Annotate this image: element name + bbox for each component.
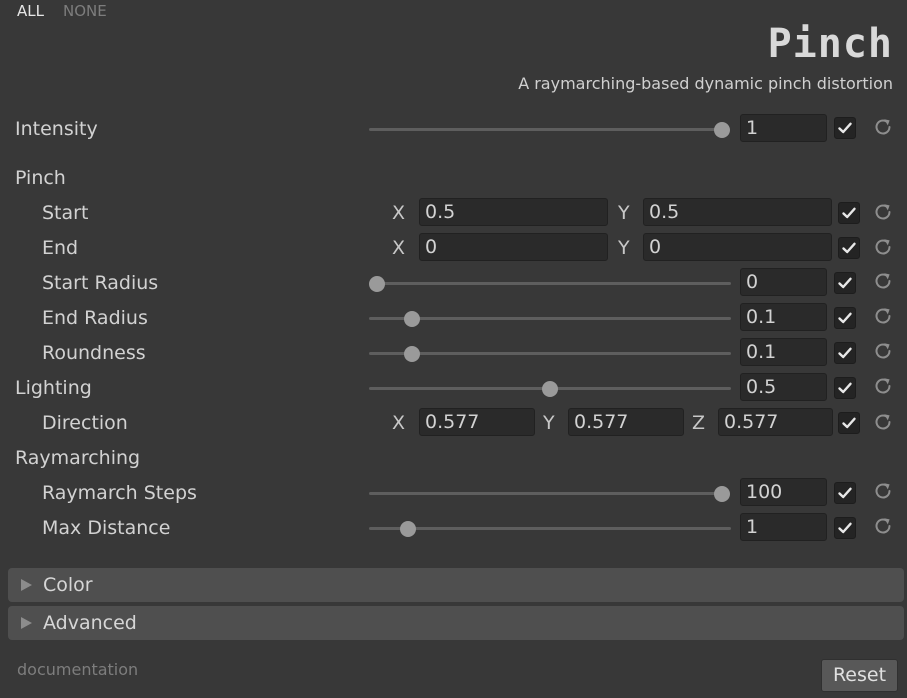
start-y-field[interactable]: 0.5	[643, 198, 832, 226]
end-label: End	[42, 237, 79, 259]
start-radius-slider-thumb[interactable]	[369, 276, 385, 292]
raymarch-steps-slider-thumb[interactable]	[714, 486, 730, 502]
start-label: Start	[42, 202, 89, 224]
end-radius-field[interactable]: 0.1	[740, 303, 827, 331]
reset-button[interactable]: Reset	[821, 659, 898, 692]
check-icon	[838, 277, 852, 289]
check-icon	[842, 242, 856, 254]
end-radius-reset-icon[interactable]	[872, 305, 894, 327]
reset-icon	[875, 414, 891, 430]
direction-z-axis-label: Z	[692, 412, 706, 434]
reset-icon	[875, 119, 891, 135]
max-distance-label: Max Distance	[42, 517, 171, 539]
effect-logo-title: Pinch	[767, 21, 893, 67]
roundness-slider-track[interactable]	[369, 352, 731, 355]
direction-label: Direction	[42, 412, 128, 434]
raymarch-steps-reset-icon[interactable]	[872, 480, 894, 502]
intensity-label: Intensity	[15, 118, 98, 140]
intensity-override-checkbox[interactable]	[834, 117, 856, 139]
start-radius-override-checkbox[interactable]	[834, 272, 856, 294]
reset-icon	[875, 378, 891, 394]
start-radius-reset-icon[interactable]	[872, 270, 894, 292]
documentation-link[interactable]: documentation	[17, 658, 138, 682]
reset-icon	[875, 518, 891, 534]
lighting-field[interactable]: 0.5	[740, 373, 827, 401]
check-icon	[838, 522, 852, 534]
direction-x-field[interactable]: 0.577	[419, 408, 535, 436]
direction-reset-icon[interactable]	[872, 411, 894, 433]
roundness-reset-icon[interactable]	[872, 340, 894, 362]
raymarch-steps-override-checkbox[interactable]	[834, 482, 856, 504]
reset-icon	[875, 239, 891, 255]
start-reset-icon[interactable]	[872, 201, 894, 223]
end-x-field[interactable]: 0	[419, 233, 608, 261]
triangle-right-icon	[21, 617, 32, 629]
toggle-all-link[interactable]: ALL	[17, 0, 44, 22]
intensity-field[interactable]: 1	[740, 114, 827, 142]
roundness-override-checkbox[interactable]	[834, 342, 856, 364]
roundness-field[interactable]: 0.1	[740, 338, 827, 366]
max-distance-slider-thumb[interactable]	[399, 521, 416, 537]
triangle-right-icon	[21, 579, 32, 591]
intensity-reset-icon[interactable]	[872, 116, 894, 138]
end-override-checkbox[interactable]	[838, 237, 860, 259]
effect-description: A raymarching-based dynamic pinch distor…	[518, 74, 893, 93]
raymarch-steps-label: Raymarch Steps	[42, 482, 197, 504]
direction-y-axis-label: Y	[543, 412, 555, 434]
check-icon	[842, 207, 856, 219]
reset-icon	[875, 343, 891, 359]
raymarching-group-label: Raymarching	[15, 447, 141, 469]
lighting-override-checkbox[interactable]	[834, 377, 856, 399]
direction-override-checkbox[interactable]	[838, 412, 860, 434]
reset-icon	[875, 483, 891, 499]
lighting-label: Lighting	[15, 377, 92, 399]
direction-y-field[interactable]: 0.577	[568, 408, 684, 436]
reset-icon	[875, 308, 891, 324]
max-distance-reset-icon[interactable]	[872, 515, 894, 537]
end-x-axis-label: X	[392, 237, 406, 259]
reset-icon	[875, 273, 891, 289]
start-x-axis-label: X	[392, 202, 406, 224]
end-y-field[interactable]: 0	[643, 233, 832, 261]
check-icon	[842, 417, 856, 429]
advanced-foldout-label: Advanced	[43, 612, 137, 634]
raymarch-steps-slider-track[interactable]	[369, 492, 722, 495]
toggle-none-link[interactable]: NONE	[63, 0, 107, 22]
color-foldout-label: Color	[43, 574, 93, 596]
start-radius-field[interactable]: 0	[740, 268, 827, 296]
start-radius-slider-track[interactable]	[369, 282, 731, 285]
end-y-axis-label: Y	[618, 237, 630, 259]
direction-x-axis-label: X	[392, 412, 406, 434]
start-radius-label: Start Radius	[42, 272, 159, 294]
end-radius-slider-thumb[interactable]	[403, 311, 420, 327]
max-distance-override-checkbox[interactable]	[834, 517, 856, 539]
start-x-field[interactable]: 0.5	[419, 198, 608, 226]
check-icon	[838, 122, 852, 134]
lighting-reset-icon[interactable]	[872, 375, 894, 397]
check-icon	[838, 487, 852, 499]
start-override-checkbox[interactable]	[838, 202, 860, 224]
advanced-foldout[interactable]: Advanced	[8, 606, 904, 640]
pinch-group-label: Pinch	[15, 167, 66, 189]
end-reset-icon[interactable]	[872, 236, 894, 258]
start-y-axis-label: Y	[618, 202, 630, 224]
check-icon	[838, 347, 852, 359]
raymarch-steps-field[interactable]: 100	[740, 478, 827, 506]
roundness-label: Roundness	[42, 342, 146, 364]
check-icon	[838, 382, 852, 394]
intensity-slider-thumb[interactable]	[714, 122, 730, 138]
direction-z-field[interactable]: 0.577	[718, 408, 833, 436]
roundness-slider-thumb[interactable]	[403, 346, 420, 362]
max-distance-slider-track[interactable]	[369, 527, 731, 530]
reset-icon	[875, 204, 891, 220]
intensity-slider-track[interactable]	[369, 128, 722, 131]
check-icon	[838, 312, 852, 324]
lighting-slider-thumb[interactable]	[541, 381, 558, 397]
end-radius-override-checkbox[interactable]	[834, 307, 856, 329]
end-radius-slider-track[interactable]	[369, 317, 731, 320]
max-distance-field[interactable]: 1	[740, 513, 827, 541]
color-foldout[interactable]: Color	[8, 568, 904, 602]
end-radius-label: End Radius	[42, 307, 148, 329]
